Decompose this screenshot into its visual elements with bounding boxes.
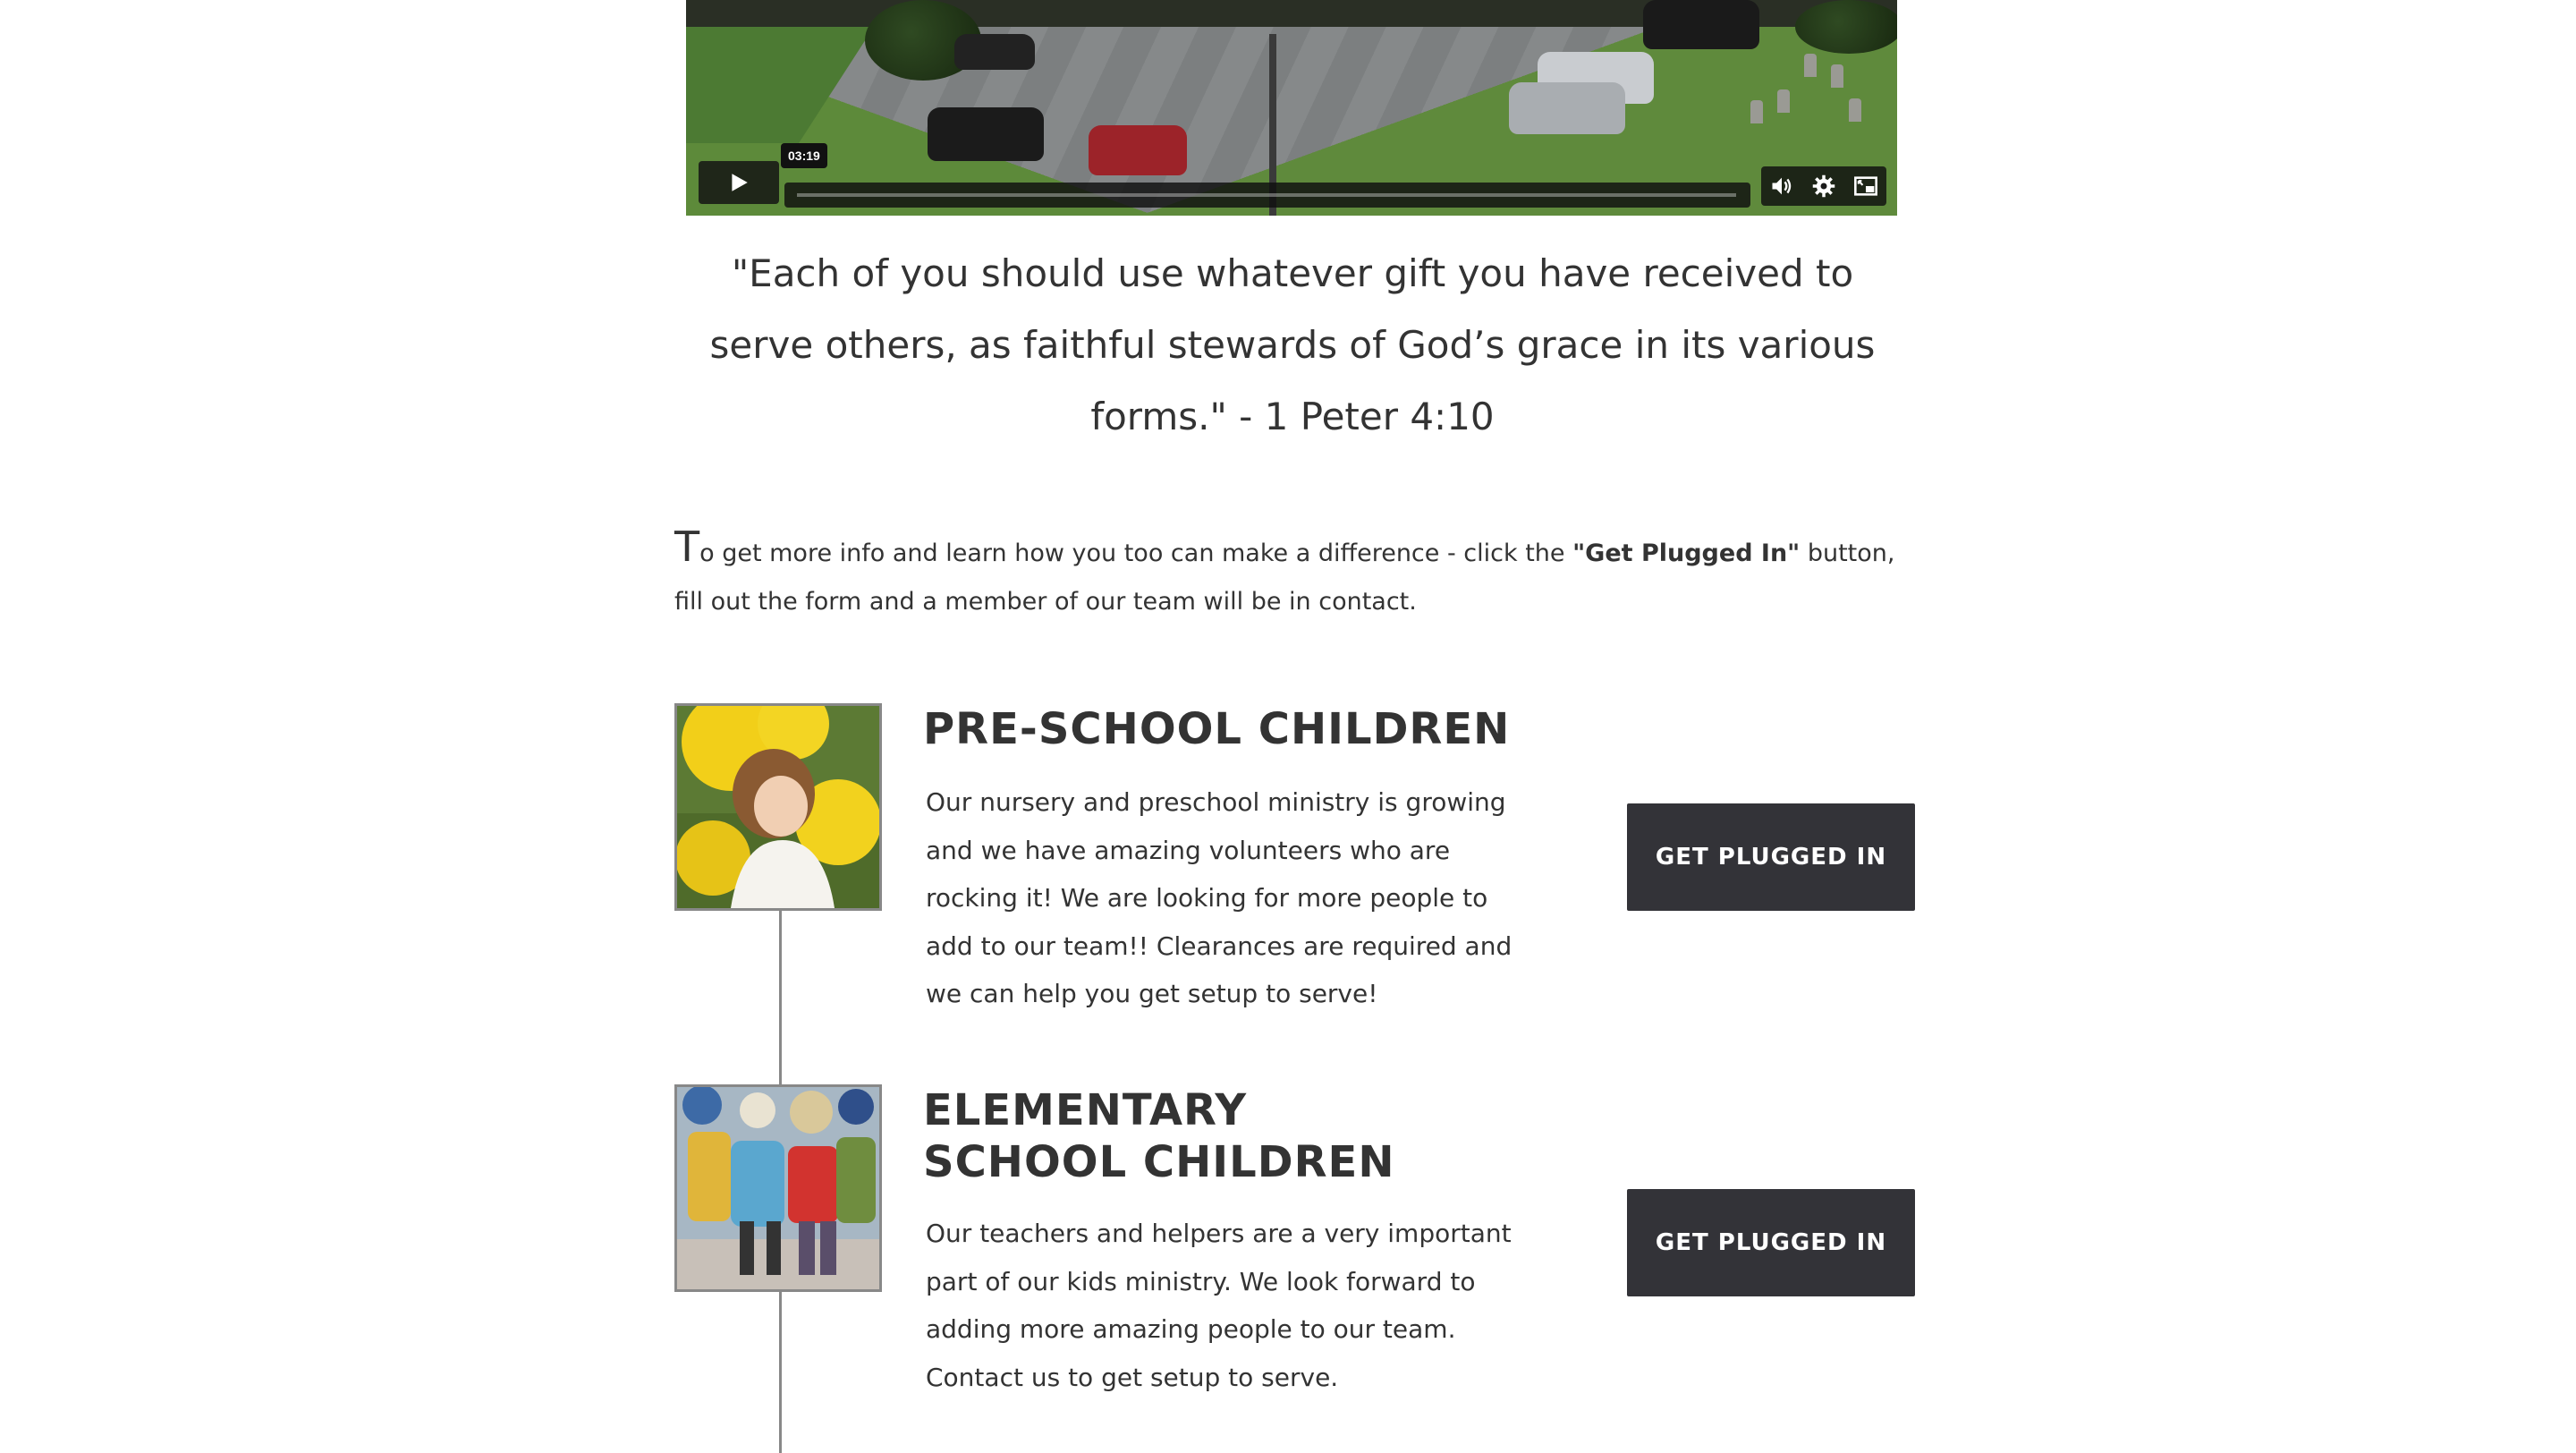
timeline-connector <box>779 909 782 1086</box>
video-frame-car <box>1643 0 1759 49</box>
video-frame-stone <box>1750 100 1763 123</box>
video-frame-lawn <box>686 27 874 143</box>
intro-emphasis: "Get Plugged In" <box>1572 540 1801 567</box>
page: 03:19 "Each of you should use whatever g… <box>0 0 2576 1453</box>
video-frame-stone <box>1831 64 1843 88</box>
ministry-title: ELEMENTARY SCHOOL CHILDREN <box>923 1085 1395 1187</box>
intro-text-before: o get more info and learn how you too ca… <box>699 540 1573 567</box>
video-frame-stone <box>1777 89 1790 113</box>
intro-paragraph: To get more info and learn how you too c… <box>674 523 1918 626</box>
video-progress-bar[interactable]: 03:19 <box>781 143 1750 209</box>
video-player[interactable]: 03:19 <box>686 0 1897 216</box>
picture-in-picture-button[interactable] <box>1852 173 1879 200</box>
video-control-group <box>1761 166 1886 206</box>
get-plugged-in-button[interactable]: GET PLUGGED IN <box>1627 1189 1915 1296</box>
video-frame-car <box>954 34 1035 70</box>
volume-icon <box>1772 177 1792 195</box>
video-frame-car <box>928 107 1044 161</box>
settings-button[interactable] <box>1810 173 1837 200</box>
picture-in-picture-icon <box>1853 176 1877 196</box>
gear-icon <box>1812 174 1835 198</box>
elementary-photo <box>674 1084 882 1292</box>
intro-dropcap: T <box>674 523 700 571</box>
preschool-photo <box>674 703 882 911</box>
play-icon <box>732 174 748 191</box>
ministry-description: Our nursery and preschool ministry is gr… <box>926 787 1513 1008</box>
play-button[interactable] <box>699 161 779 204</box>
video-frame-stone <box>1849 98 1861 122</box>
ministry-title: PRE-SCHOOL CHILDREN <box>923 704 1511 754</box>
video-frame-stone <box>1804 54 1817 77</box>
scripture-quote: "Each of you should use whatever gift yo… <box>709 251 1876 438</box>
video-frame-tree <box>1795 0 1897 54</box>
volume-button[interactable] <box>1768 173 1795 200</box>
progress-line <box>797 193 1736 197</box>
video-frame-car <box>1509 82 1625 134</box>
get-plugged-in-button[interactable]: GET PLUGGED IN <box>1627 803 1915 911</box>
time-tooltip: 03:19 <box>781 143 827 168</box>
timeline-connector <box>779 1290 782 1453</box>
ministry-description: Our teachers and helpers are a very impo… <box>926 1219 1512 1392</box>
